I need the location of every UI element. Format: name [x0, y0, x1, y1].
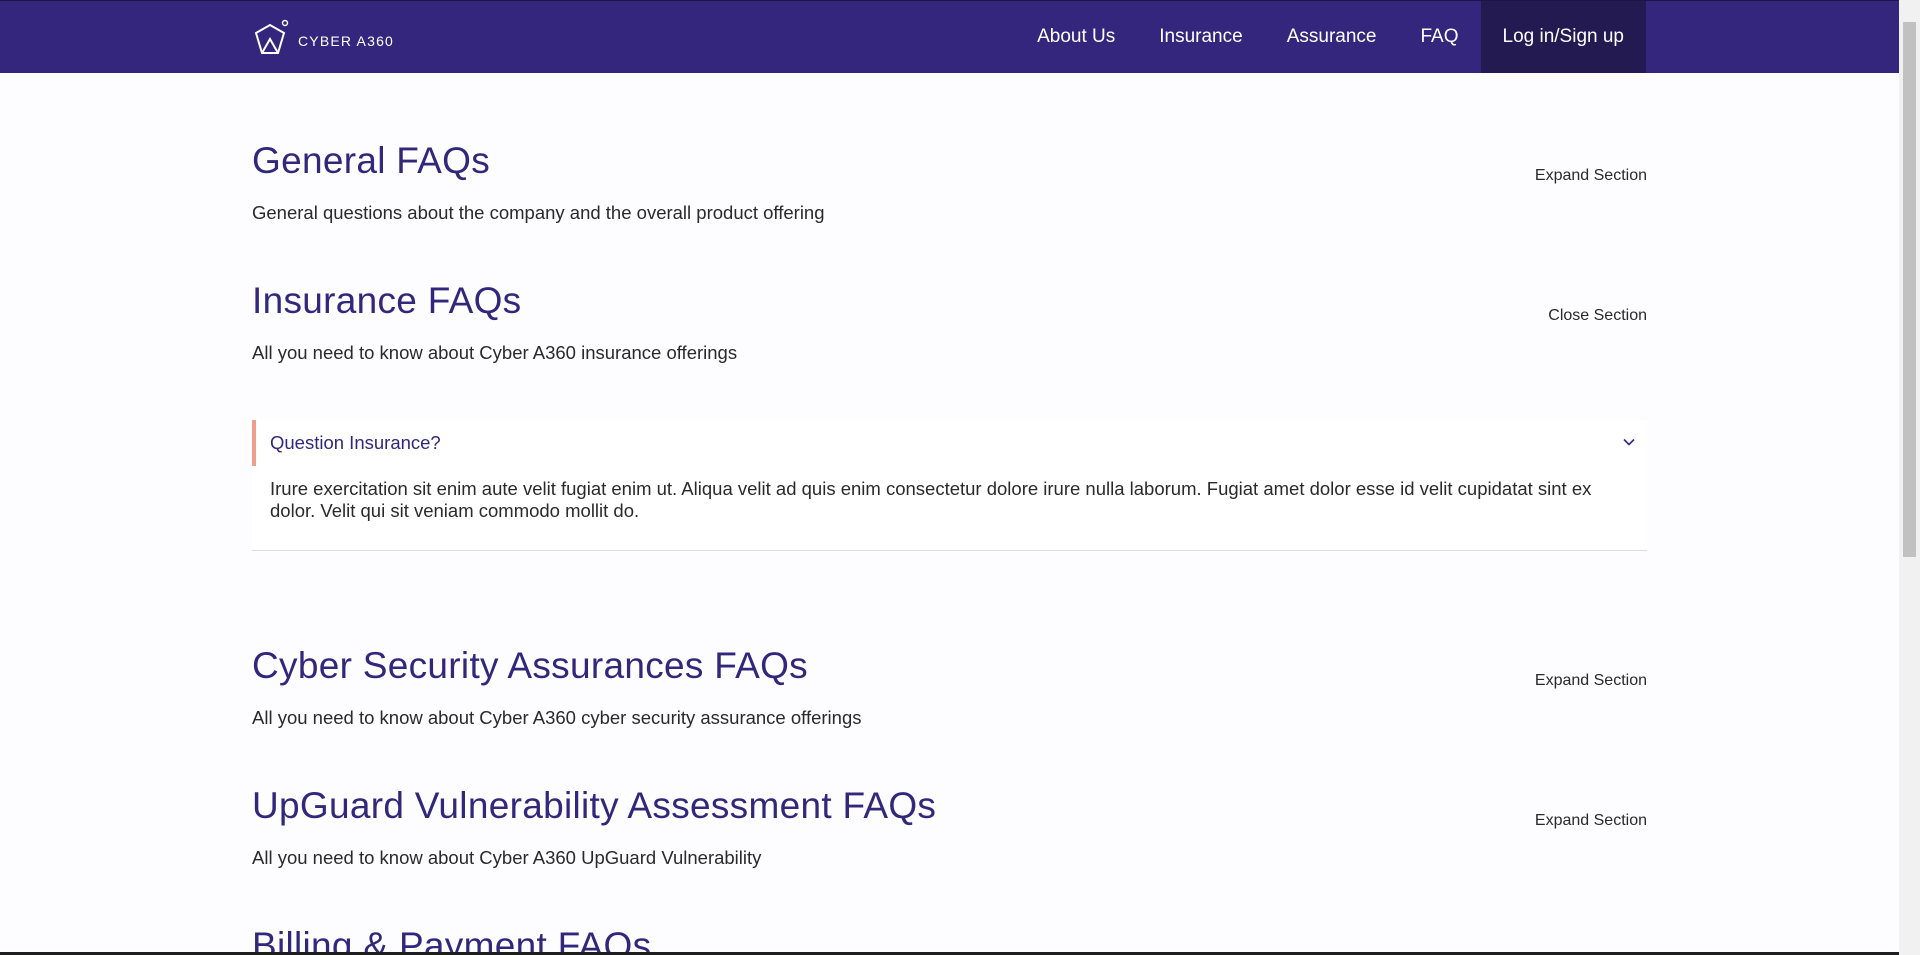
- faq-section-insurance: Insurance FAQs All you need to know abou…: [252, 280, 1647, 364]
- faq-question[interactable]: Question Insurance?: [270, 432, 441, 454]
- chevron-down-icon[interactable]: [1621, 434, 1637, 450]
- top-navbar: CYBER A360 About Us Insurance Assurance …: [0, 0, 1899, 73]
- section-description: All you need to know about Cyber A360 cy…: [252, 707, 862, 728]
- section-title: General FAQs: [252, 140, 491, 181]
- section-description: All you need to know about Cyber A360 Up…: [252, 847, 762, 868]
- faq-item-insurance: Question Insurance? Irure exercitation s…: [252, 420, 1647, 551]
- faq-section-cyber-security: Cyber Security Assurances FAQs All you n…: [252, 645, 1647, 729]
- expand-section-button[interactable]: Expand Section: [1535, 167, 1647, 185]
- nav-assurance[interactable]: Assurance: [1265, 1, 1399, 73]
- faq-section-billing: Billing & Payment FAQs: [252, 925, 1647, 955]
- expand-section-button[interactable]: Expand Section: [1535, 812, 1647, 830]
- section-title: Cyber Security Assurances FAQs: [252, 645, 808, 686]
- nav-faq[interactable]: FAQ: [1398, 1, 1480, 73]
- brand-name: CYBER A360: [298, 33, 395, 49]
- close-section-button[interactable]: Close Section: [1548, 307, 1647, 325]
- scrollbar-thumb[interactable]: [1903, 22, 1916, 557]
- faq-answer: Irure exercitation sit enim aute velit f…: [270, 478, 1592, 521]
- section-title: UpGuard Vulnerability Assessment FAQs: [252, 785, 937, 826]
- main-nav: About Us Insurance Assurance FAQ Log in/…: [1015, 1, 1646, 73]
- section-title: Billing & Payment FAQs: [252, 925, 652, 955]
- brand-logo[interactable]: CYBER A360: [252, 19, 394, 57]
- nav-about-us[interactable]: About Us: [1015, 1, 1137, 73]
- vertical-scrollbar[interactable]: [1899, 0, 1920, 955]
- faq-accent-bar: [252, 420, 256, 466]
- nav-login-signup[interactable]: Log in/Sign up: [1480, 1, 1646, 73]
- section-title: Insurance FAQs: [252, 280, 522, 321]
- faq-section-general: General FAQs General questions about the…: [252, 140, 1647, 224]
- faq-section-upguard: UpGuard Vulnerability Assessment FAQs Al…: [252, 785, 1647, 869]
- section-description: All you need to know about Cyber A360 in…: [252, 342, 738, 363]
- expand-section-button[interactable]: Expand Section: [1535, 672, 1647, 690]
- nav-insurance[interactable]: Insurance: [1137, 1, 1264, 73]
- shield-logo-icon: [254, 19, 289, 54]
- section-description: General questions about the company and …: [252, 202, 825, 223]
